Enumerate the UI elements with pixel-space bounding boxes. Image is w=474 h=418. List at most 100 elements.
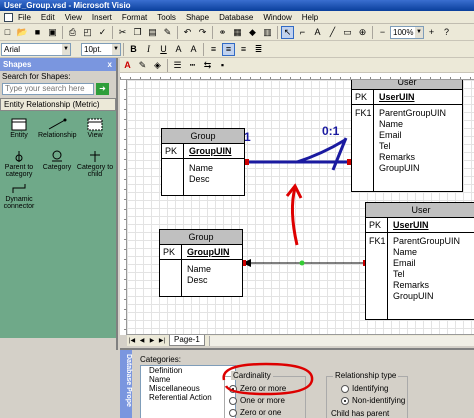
master-view[interactable]: View (76, 117, 114, 139)
stencil-tab-entity-relationship[interactable]: Entity Relationship (Metric) (0, 98, 116, 111)
next-page-icon[interactable]: ▶ (147, 336, 157, 346)
search-label: Search for Shapes: (2, 72, 71, 81)
master-category-to-child[interactable]: Category to child (76, 149, 114, 178)
save-icon[interactable]: ■ (31, 26, 44, 39)
fk-label: FK1 (366, 233, 388, 319)
redo-icon[interactable]: ↷ (196, 26, 209, 39)
prev-page-icon[interactable]: ◀ (137, 336, 147, 346)
justify-icon[interactable]: ≣ (252, 43, 265, 56)
pk-field: UserUIN (379, 92, 415, 102)
cut-icon[interactable]: ✂ (116, 26, 129, 39)
stamp-tool-icon[interactable]: ⊕ (356, 26, 369, 39)
entity-group-1[interactable]: Group PK GroupUIN Name Desc (161, 128, 245, 196)
search-input[interactable] (2, 82, 94, 95)
open-icon[interactable]: 📂 (16, 26, 29, 39)
zoom-in-icon[interactable]: + (425, 26, 438, 39)
menu-format[interactable]: Format (117, 13, 152, 22)
bold-icon[interactable]: B (127, 43, 140, 56)
standard-toolbar: □ 📂 ■ ▣ ⎙ ◰ ✓ ✂ ❐ ▤ ✎ ↶ ↷ ⚭ ▦ ◆ ▥ ↖ ⌐ A … (0, 24, 474, 41)
fill-color-icon[interactable]: ◈ (151, 59, 164, 72)
line-pattern-icon[interactable]: ┅ (186, 59, 199, 72)
master-relationship[interactable]: Relationship (38, 117, 77, 139)
line-ends-icon[interactable]: ⇆ (201, 59, 214, 72)
spelling-icon[interactable]: ✓ (96, 26, 109, 39)
connector-midpoint[interactable] (299, 260, 305, 266)
horizontal-ruler (120, 73, 474, 80)
copy-icon[interactable]: ❐ (131, 26, 144, 39)
separator (277, 25, 278, 39)
align-center-icon[interactable]: ≡ (222, 42, 235, 56)
menu-window[interactable]: Window (258, 13, 296, 22)
permission-icon[interactable]: ▣ (46, 26, 59, 39)
menu-view[interactable]: View (60, 13, 87, 22)
shapes-icon[interactable]: ◆ (246, 26, 259, 39)
horizontal-scrollbar[interactable] (208, 335, 474, 346)
font-dropdown[interactable]: Arial ▼ (1, 42, 71, 56)
line-color-icon[interactable]: ✎ (136, 59, 149, 72)
zoom-dropdown[interactable]: 100% ▼ (390, 25, 424, 39)
search-go-button[interactable]: ➜ (96, 82, 109, 95)
connector-tool-icon[interactable]: ⌐ (296, 26, 309, 39)
text-tool-icon[interactable]: A (311, 26, 324, 39)
layers-icon[interactable]: ▥ (261, 26, 274, 39)
chevron-down-icon: ▼ (62, 43, 70, 55)
menu-edit[interactable]: Edit (36, 13, 60, 22)
last-page-icon[interactable]: ▶| (157, 336, 167, 346)
print-preview-icon[interactable]: ◰ (81, 26, 94, 39)
separator (203, 42, 204, 56)
table-icon[interactable]: ▦ (231, 26, 244, 39)
menu-database[interactable]: Database (214, 13, 258, 22)
shrink-text-icon[interactable]: A (172, 43, 185, 56)
new-icon[interactable]: □ (1, 26, 14, 39)
separator (62, 25, 63, 39)
entity-user-2[interactable]: User PK UserUIN FK1 ParentGroupUIN Name … (365, 202, 474, 320)
attribute: ParentGroupUIN (379, 108, 447, 118)
font-size-dropdown[interactable]: 10pt. ▼ (81, 42, 121, 56)
cardinality-zero-one-label: 0:1 (322, 124, 340, 138)
zoom-out-icon[interactable]: − (376, 26, 389, 39)
visio-app-icon[interactable] (4, 12, 13, 22)
properties-side-title: Database Prope (120, 350, 132, 418)
entity-group-2[interactable]: Group PK GroupUIN Name Desc (159, 229, 243, 297)
entity-attributes-row: FK1 ParentGroupUIN Name Email Tel Remark… (366, 233, 474, 319)
relationship-non-identifying[interactable]: Non-identifying (341, 396, 405, 405)
database-properties-window: Database Prope Categories: Definition Na… (120, 348, 474, 418)
menu-file[interactable]: File (13, 13, 36, 22)
drawing-canvas[interactable]: 1 0:1 Group PK GroupUIN Name Desc Group … (127, 80, 474, 334)
master-parent-to-category[interactable]: Parent to category (0, 149, 38, 178)
master-category[interactable]: Category (38, 149, 76, 171)
italic-icon[interactable]: I (142, 43, 155, 56)
first-page-icon[interactable]: |◀ (127, 336, 137, 346)
shadow-icon[interactable]: ▪ (216, 59, 229, 72)
option-label: Zero or one (240, 408, 282, 417)
relationship-identifying[interactable]: Identifying (341, 384, 388, 393)
chevron-down-icon: ▼ (112, 43, 120, 55)
menu-help[interactable]: Help (297, 13, 323, 22)
hyperlink-icon[interactable]: ⚭ (216, 26, 229, 39)
menu-insert[interactable]: Insert (87, 13, 117, 22)
master-entity[interactable]: Entity (0, 117, 38, 139)
line-weight-icon[interactable]: ☰ (171, 59, 184, 72)
format-painter-icon[interactable]: ✎ (161, 26, 174, 39)
paste-icon[interactable]: ▤ (146, 26, 159, 39)
align-right-icon[interactable]: ≡ (237, 43, 250, 56)
menu-tools[interactable]: Tools (152, 13, 181, 22)
window-title: User_Group.vsd - Microsoft Visio (4, 1, 131, 10)
master-dynamic-connector[interactable]: Dynamic connector (0, 181, 38, 210)
cardinality-zero-or-one[interactable]: Zero or one (229, 408, 281, 417)
rectangle-tool-icon[interactable]: ▭ (341, 26, 354, 39)
grow-text-icon[interactable]: A (187, 43, 200, 56)
help-icon[interactable]: ? (440, 26, 453, 39)
entity-user-1[interactable]: User PK UserUIN FK1 ParentGroupUIN Name … (351, 80, 463, 192)
font-color-icon[interactable]: A (121, 59, 134, 72)
close-icon[interactable]: x (108, 58, 116, 71)
pointer-tool-icon[interactable]: ↖ (281, 25, 294, 39)
underline-icon[interactable]: U (157, 43, 170, 56)
print-icon[interactable]: ⎙ (66, 26, 79, 39)
line-tool-icon[interactable]: ╱ (326, 26, 339, 39)
undo-icon[interactable]: ↶ (181, 26, 194, 39)
align-left-icon[interactable]: ≡ (207, 43, 220, 56)
red-arrow-annotation (290, 187, 299, 246)
menu-shape[interactable]: Shape (181, 13, 214, 22)
page-tab[interactable]: Page-1 (169, 335, 205, 346)
